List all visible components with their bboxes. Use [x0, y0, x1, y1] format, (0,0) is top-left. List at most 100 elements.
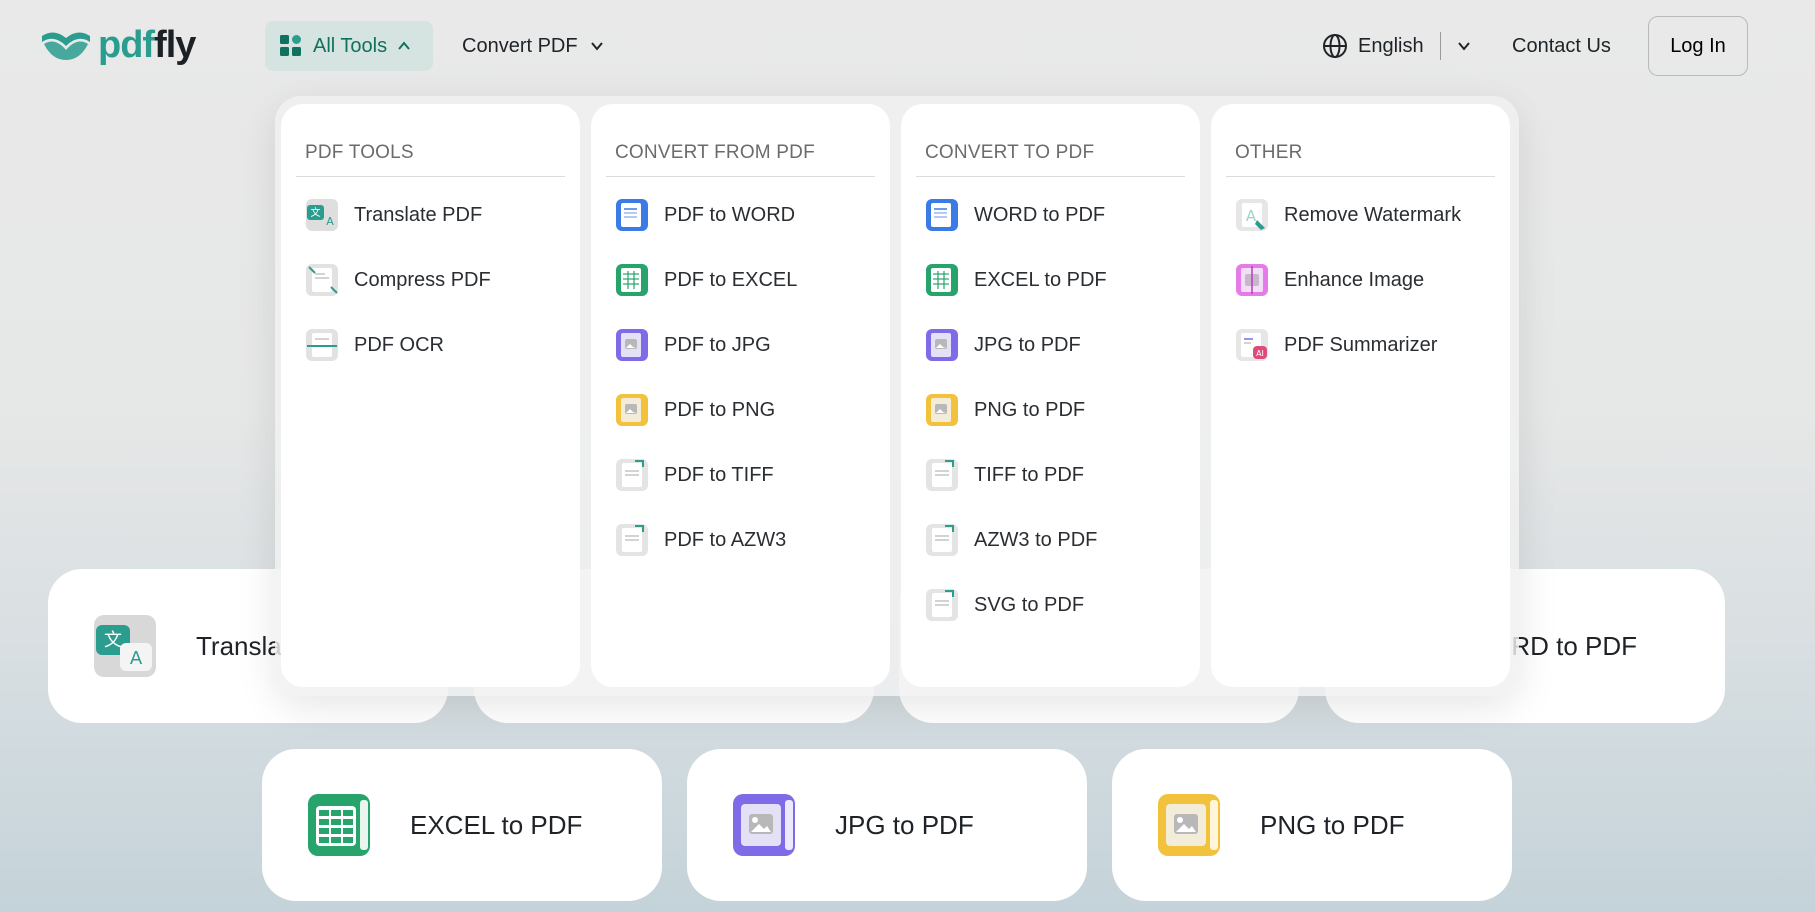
- divider: [916, 176, 1185, 177]
- excel-icon: [616, 264, 648, 296]
- convert-pdf-label: Convert PDF: [462, 34, 578, 57]
- azw3-icon: [926, 524, 958, 556]
- column-title: PDF TOOLS: [305, 142, 414, 163]
- tool-card-excel-to-pdf[interactable]: EXCEL to PDF: [262, 749, 662, 901]
- ocr-icon: [306, 329, 338, 361]
- pdf-tools-column: PDF TOOLS 文 A Translate PDF Compress PDF…: [281, 104, 580, 687]
- all-tools-dropdown: PDF TOOLS 文 A Translate PDF Compress PDF…: [275, 96, 1519, 696]
- menu-item-label: PDF to TIFF: [664, 464, 774, 486]
- menu-item-svg-to-pdf[interactable]: SVG to PDF: [925, 588, 1190, 653]
- menu-item-pdf-summarizer[interactable]: AI PDF Summarizer: [1235, 328, 1500, 393]
- enhance-icon: [1236, 264, 1268, 296]
- tiff-icon: [616, 459, 648, 491]
- log-in-button[interactable]: Log In: [1648, 16, 1748, 76]
- card-label: PNG to PDF: [1260, 809, 1405, 840]
- menu-item-label: PDF to PNG: [664, 399, 776, 421]
- menu-item-compress-pdf[interactable]: Compress PDF: [305, 263, 570, 328]
- menu-item-label: PDF to WORD: [664, 204, 796, 226]
- menu-item-azw3-to-pdf[interactable]: AZW3 to PDF: [925, 523, 1190, 588]
- menu-item-label: Translate PDF: [354, 204, 483, 226]
- tool-card-jpg-to-pdf[interactable]: JPG to PDF: [687, 749, 1087, 901]
- menu-item-label: SVG to PDF: [974, 594, 1085, 616]
- pdffly-logo-icon: [42, 32, 90, 60]
- tool-card-png-to-pdf[interactable]: PNG to PDF: [1112, 749, 1512, 901]
- menu-item-tiff-to-pdf[interactable]: TIFF to PDF: [925, 458, 1190, 523]
- divider: [296, 176, 565, 177]
- summarizer-icon: AI: [1236, 329, 1268, 361]
- png-icon: [616, 394, 648, 426]
- menu-item-remove-watermark[interactable]: A Remove Watermark: [1235, 198, 1500, 263]
- menu-item-label: AZW3 to PDF: [974, 529, 1098, 551]
- excel-icon: [308, 794, 370, 856]
- logo-text-prefix: pdf: [98, 24, 155, 66]
- menu-item-label: EXCEL to PDF: [974, 269, 1107, 291]
- watermark-icon: A: [1236, 199, 1268, 231]
- site-header: pdffly All Tools Convert PDF English Con…: [0, 0, 1815, 90]
- language-selector[interactable]: English: [1322, 21, 1471, 71]
- menu-item-label: PNG to PDF: [974, 399, 1086, 421]
- logo-wordmark: pdffly: [98, 24, 196, 66]
- convert-from-pdf-column: CONVERT FROM PDF PDF to WORD PDF to EXCE…: [591, 104, 890, 687]
- jpg-icon: [926, 329, 958, 361]
- png-icon: [1158, 794, 1220, 856]
- menu-item-label: Enhance Image: [1284, 269, 1425, 291]
- menu-item-label: PDF Summarizer: [1284, 334, 1438, 356]
- menu-item-word-to-pdf[interactable]: WORD to PDF: [925, 198, 1190, 263]
- svg-text:A: A: [326, 215, 334, 228]
- language-divider: [1439, 32, 1441, 60]
- svg-icon: [926, 589, 958, 621]
- menu-item-pdf-to-jpg[interactable]: PDF to JPG: [615, 328, 880, 393]
- svg-text:AI: AI: [1256, 349, 1264, 358]
- other-column: OTHER A Remove Watermark Enhance Image A…: [1211, 104, 1510, 687]
- card-label: JPG to PDF: [835, 809, 974, 840]
- menu-item-enhance-image[interactable]: Enhance Image: [1235, 263, 1500, 328]
- globe-icon: [1323, 34, 1347, 58]
- logo-text-suffix: fly: [154, 24, 196, 66]
- menu-item-label: WORD to PDF: [974, 204, 1106, 226]
- menu-item-pdf-to-excel[interactable]: PDF to EXCEL: [615, 263, 880, 328]
- convert-pdf-menu-button[interactable]: Convert PDF: [462, 21, 604, 71]
- all-tools-label: All Tools: [313, 34, 388, 57]
- divider: [1226, 176, 1495, 177]
- svg-text:A: A: [130, 648, 143, 669]
- png-icon: [926, 394, 958, 426]
- column-title: CONVERT TO PDF: [925, 142, 1095, 163]
- all-tools-menu-button[interactable]: All Tools: [265, 21, 433, 71]
- svg-text:文: 文: [311, 206, 321, 219]
- menu-item-label: Remove Watermark: [1284, 204, 1462, 226]
- menu-item-jpg-to-pdf[interactable]: JPG to PDF: [925, 328, 1190, 393]
- menu-item-label: JPG to PDF: [974, 334, 1081, 356]
- pdffly-logo[interactable]: pdffly: [40, 24, 196, 66]
- language-label: English: [1358, 34, 1424, 57]
- tiff-icon: [926, 459, 958, 491]
- card-label: EXCEL to PDF: [410, 809, 583, 840]
- menu-item-pdf-to-tiff[interactable]: PDF to TIFF: [615, 458, 880, 523]
- menu-item-label: Compress PDF: [354, 269, 491, 291]
- menu-item-pdf-to-png[interactable]: PDF to PNG: [615, 393, 880, 458]
- menu-item-pdf-to-azw3[interactable]: PDF to AZW3: [615, 523, 880, 588]
- jpg-icon: [616, 329, 648, 361]
- menu-item-label: PDF to AZW3: [664, 529, 787, 551]
- menu-item-label: PDF to JPG: [664, 334, 771, 356]
- jpg-icon: [733, 794, 795, 856]
- svg-text:文: 文: [104, 630, 122, 651]
- convert-to-pdf-column: CONVERT TO PDF WORD to PDF EXCEL to PDF …: [901, 104, 1200, 687]
- menu-item-png-to-pdf[interactable]: PNG to PDF: [925, 393, 1190, 458]
- menu-item-label: TIFF to PDF: [974, 464, 1084, 486]
- menu-item-excel-to-pdf[interactable]: EXCEL to PDF: [925, 263, 1190, 328]
- menu-item-label: PDF to EXCEL: [664, 269, 798, 291]
- word-icon: [616, 199, 648, 231]
- excel-icon: [926, 264, 958, 296]
- compress-icon: [306, 264, 338, 296]
- menu-item-pdf-ocr[interactable]: PDF OCR: [305, 328, 570, 393]
- azw3-icon: [616, 524, 648, 556]
- card-label: RD to PDF: [1511, 630, 1637, 661]
- column-title: CONVERT FROM PDF: [615, 142, 815, 163]
- chevron-up-icon: [398, 41, 410, 50]
- translate-icon: 文 A: [306, 199, 338, 231]
- divider: [606, 176, 875, 177]
- menu-item-pdf-to-word[interactable]: PDF to WORD: [615, 198, 880, 263]
- contact-us-link[interactable]: Contact Us: [1512, 21, 1611, 71]
- menu-item-translate-pdf[interactable]: 文 A Translate PDF: [305, 198, 570, 263]
- word-icon: [926, 199, 958, 231]
